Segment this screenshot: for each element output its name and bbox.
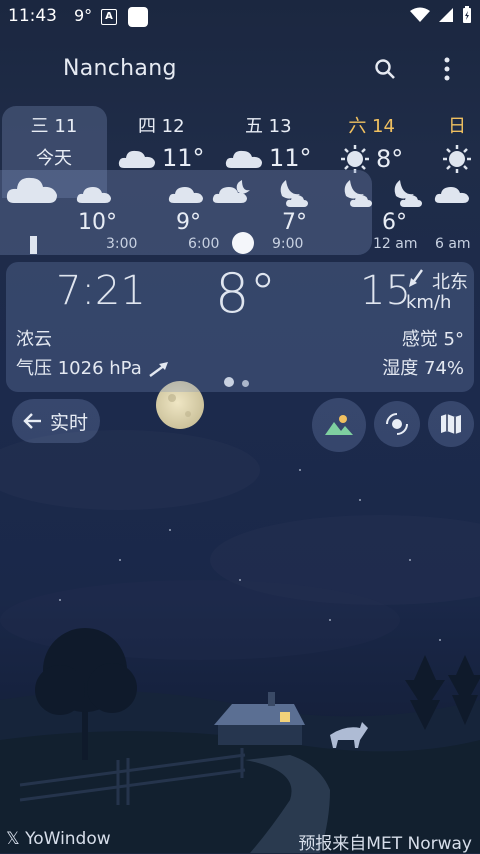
hour-time: 9:00	[272, 236, 304, 252]
day-name: 五 13	[244, 116, 292, 137]
day-item[interactable]: 日	[442, 112, 472, 174]
time-slider-handle[interactable]	[232, 232, 254, 254]
sun-icon	[443, 145, 471, 173]
search-icon[interactable]	[374, 58, 396, 80]
more-vert-icon[interactable]	[442, 56, 452, 82]
wind-unit: km/h	[406, 292, 452, 313]
wifi-icon	[410, 7, 430, 22]
landscape-button[interactable]	[312, 398, 366, 452]
battery-icon	[463, 6, 471, 23]
signal-icon	[439, 8, 453, 22]
hour-temp: 7°	[282, 210, 307, 235]
day-temp: 11°	[162, 144, 205, 172]
wind-direction-arrow-icon	[409, 269, 423, 287]
arrow-left-icon	[23, 413, 41, 429]
day-item[interactable]: 四 12 11°	[118, 112, 205, 172]
day-temp: 8°	[376, 145, 404, 173]
hour-time: 6 am	[435, 236, 471, 252]
pressure-trend-icon	[149, 362, 168, 377]
cloud-icon	[6, 177, 57, 203]
wind-speed: 15	[360, 268, 411, 314]
cloud-icon	[168, 187, 203, 203]
brand-label[interactable]: 𝕏 YoWindow	[6, 829, 111, 849]
day-name: 四 12	[137, 116, 185, 137]
feels-like: 感觉 5°	[401, 329, 464, 350]
hour-time: 12 am	[373, 236, 418, 252]
day-name: 六 14	[348, 116, 395, 137]
page-indicator	[224, 372, 257, 391]
status-time: 11:43	[8, 6, 57, 26]
hour-time: 3:00	[106, 236, 138, 252]
current-temp: 8°	[215, 262, 277, 325]
day-item[interactable]: 五 13 11°	[225, 112, 312, 172]
now-marker	[30, 236, 37, 254]
pressure: 气压 1026 hPa	[16, 358, 142, 379]
day-item[interactable]: 六 14 8°	[340, 112, 403, 174]
cloudy-night-icon	[212, 180, 250, 203]
status-app-icon	[128, 7, 148, 27]
cloudy-night-icon	[394, 180, 422, 207]
map-button[interactable]	[428, 401, 474, 447]
status-temp: 9°	[74, 6, 93, 25]
hour-time: 6:00	[188, 236, 220, 252]
city-name[interactable]: Nanchang	[63, 56, 177, 81]
sun-orbit-icon	[386, 413, 408, 435]
cloud-icon	[225, 150, 262, 168]
condition: 浓云	[16, 329, 52, 350]
status-a-icon: A	[101, 9, 117, 25]
day-today-label: 今天	[36, 148, 72, 169]
status-bar: 11:43 9° A	[0, 0, 480, 34]
cloud-icon	[76, 187, 111, 203]
landscape-icon	[325, 415, 353, 435]
weather-radar-button[interactable]	[374, 401, 420, 447]
hour-temp: 6°	[382, 210, 407, 235]
hour-temp: 9°	[176, 210, 201, 235]
cloud-icon	[434, 187, 469, 203]
day-temp: 11°	[269, 144, 312, 172]
house	[214, 692, 305, 745]
day-item[interactable]: 三 11 今天	[12, 112, 96, 170]
cloudy-night-icon	[344, 180, 372, 207]
live-label: 实时	[50, 411, 89, 434]
humidity: 湿度 74%	[382, 358, 464, 379]
day-name: 三 11	[30, 116, 78, 137]
hour-temp: 10°	[78, 210, 117, 235]
cloud-icon	[118, 150, 155, 168]
day-name: 日	[448, 116, 466, 137]
live-button[interactable]: 实时	[12, 399, 100, 443]
current-time: 7:21	[56, 268, 146, 314]
forecast-source[interactable]: 预报来自MET Norway	[298, 829, 472, 854]
cloudy-night-icon	[280, 180, 308, 207]
wind-direction: 北东	[432, 272, 468, 293]
map-icon	[441, 414, 461, 434]
